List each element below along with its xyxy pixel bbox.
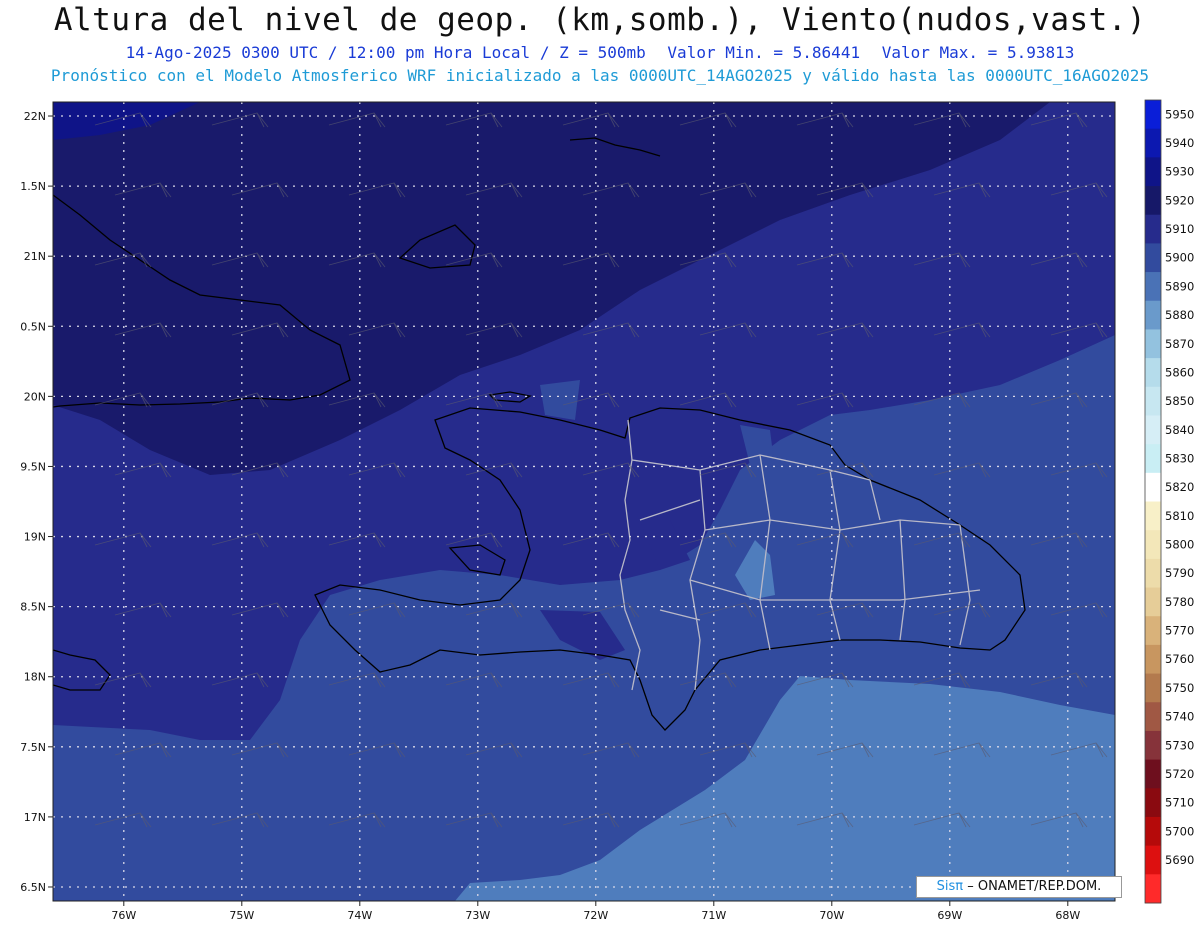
lat-tick-label: 0.5N [20,320,46,333]
weather-map-page: Altura del nivel de geop. (km,somb.), Vi… [0,0,1200,927]
lon-tick-label: 72W [583,909,608,922]
sispi-logo-text: Sisπ [936,879,964,894]
colorbar-label: 5940 [1165,136,1194,150]
latitude-axis: 22N 1.5N 21N 0.5N 20N 9.5N 19N 8.5N 18N 7.5N 17N 6.… [20,110,53,894]
colorbar-label: 5870 [1165,337,1194,351]
colorbar-label: 5790 [1165,566,1194,580]
credit-text: – ONAMET/REP.DOM. [967,879,1102,894]
colorbar-swatch [1145,186,1161,216]
colorbar-swatch [1145,759,1161,789]
colorbar-swatch [1145,128,1161,158]
colorbar-label: 5920 [1165,193,1194,207]
colorbar-label: 5770 [1165,624,1194,638]
lon-tick-label: 75W [229,909,254,922]
colorbar-swatch [1145,530,1161,560]
colorbar-label: 5820 [1165,480,1194,494]
colorbar-label: 5900 [1165,251,1194,265]
lon-tick-label: 68W [1055,909,1080,922]
colorbar-label: 5910 [1165,222,1194,236]
credit-box: Sisπ – ONAMET/REP.DOM. [916,876,1122,898]
colorbar-swatch [1145,730,1161,761]
colorbar-label: 5840 [1165,423,1194,437]
lat-tick-label: 8.5N [20,601,46,614]
map-figure: 22N 1.5N 21N 0.5N 20N 9.5N 19N 8.5N 18N 7.5N 17N 6.… [20,99,1194,922]
colorbar-label: 5740 [1165,710,1194,724]
colorbar-label: 5830 [1165,451,1194,465]
colorbar-label: 5730 [1165,738,1194,752]
colorbar-swatch [1145,358,1161,388]
colorbar-label: 5700 [1165,824,1194,838]
lat-tick-label: 22N [24,110,46,123]
lon-tick-label: 69W [937,909,962,922]
lat-tick-label: 18N [24,671,46,684]
colorbar-label: 5860 [1165,365,1194,379]
colorbar-label: 5890 [1165,279,1194,293]
colorbar-label: 5930 [1165,165,1194,179]
colorbar-label: 5690 [1165,853,1194,867]
colorbar-swatch [1145,788,1161,818]
colorbar-label: 5950 [1165,107,1194,121]
colorbar-swatch [1145,673,1161,703]
colorbar-swatch [1145,472,1161,502]
colorbar-swatch [1145,386,1161,416]
colorbar: 5950 5940 5930 5920 5910 5900 5890 5880 5870 5860… [1144,99,1194,904]
colorbar-label: 5780 [1165,595,1194,609]
lat-tick-label: 19N [24,531,46,544]
colorbar-label: 5850 [1165,394,1194,408]
lat-tick-label: 20N [24,390,46,403]
colorbar-label: 5800 [1165,538,1194,552]
colorbar-swatch [1145,329,1161,359]
lon-tick-label: 76W [111,909,136,922]
colorbar-swatch [1145,616,1161,646]
colorbar-label: 5710 [1165,796,1194,810]
lon-tick-label: 74W [347,909,372,922]
colorbar-swatch [1145,243,1161,273]
lat-tick-label: 9.5N [20,460,46,473]
colorbar-swatch [1145,100,1161,130]
colorbar-swatch [1145,300,1161,330]
colorbar-swatch [1145,157,1161,187]
colorbar-swatch [1145,816,1161,847]
colorbar-swatch [1145,845,1161,875]
shade-patch [540,380,580,420]
geopotential-shading [53,102,1115,901]
lat-tick-label: 1.5N [20,180,46,193]
lon-tick-label: 71W [701,909,726,922]
lat-tick-label: 6.5N [20,881,46,894]
lat-tick-label: 21N [24,250,46,263]
lat-tick-label: 7.5N [20,741,46,754]
colorbar-label: 5810 [1165,509,1194,523]
colorbar-swatch [1145,272,1161,302]
colorbar-swatch [1145,587,1161,617]
colorbar-swatch [1145,702,1161,732]
colorbar-label: 5760 [1165,652,1194,666]
colorbar-swatch [1145,415,1161,445]
colorbar-swatch [1145,501,1161,531]
longitude-axis: 76W 75W 74W 73W 72W 71W 70W 69W 68W [111,901,1080,922]
colorbar-swatch [1145,214,1161,244]
lon-tick-label: 73W [465,909,490,922]
colorbar-swatch [1145,874,1161,904]
lat-tick-label: 17N [24,811,46,824]
colorbar-label: 5750 [1165,681,1194,695]
colorbar-swatch [1145,558,1161,588]
lon-tick-label: 70W [819,909,844,922]
colorbar-label: 5880 [1165,308,1194,322]
colorbar-label: 5720 [1165,767,1194,781]
colorbar-swatch [1145,644,1161,674]
colorbar-swatch [1145,444,1161,474]
